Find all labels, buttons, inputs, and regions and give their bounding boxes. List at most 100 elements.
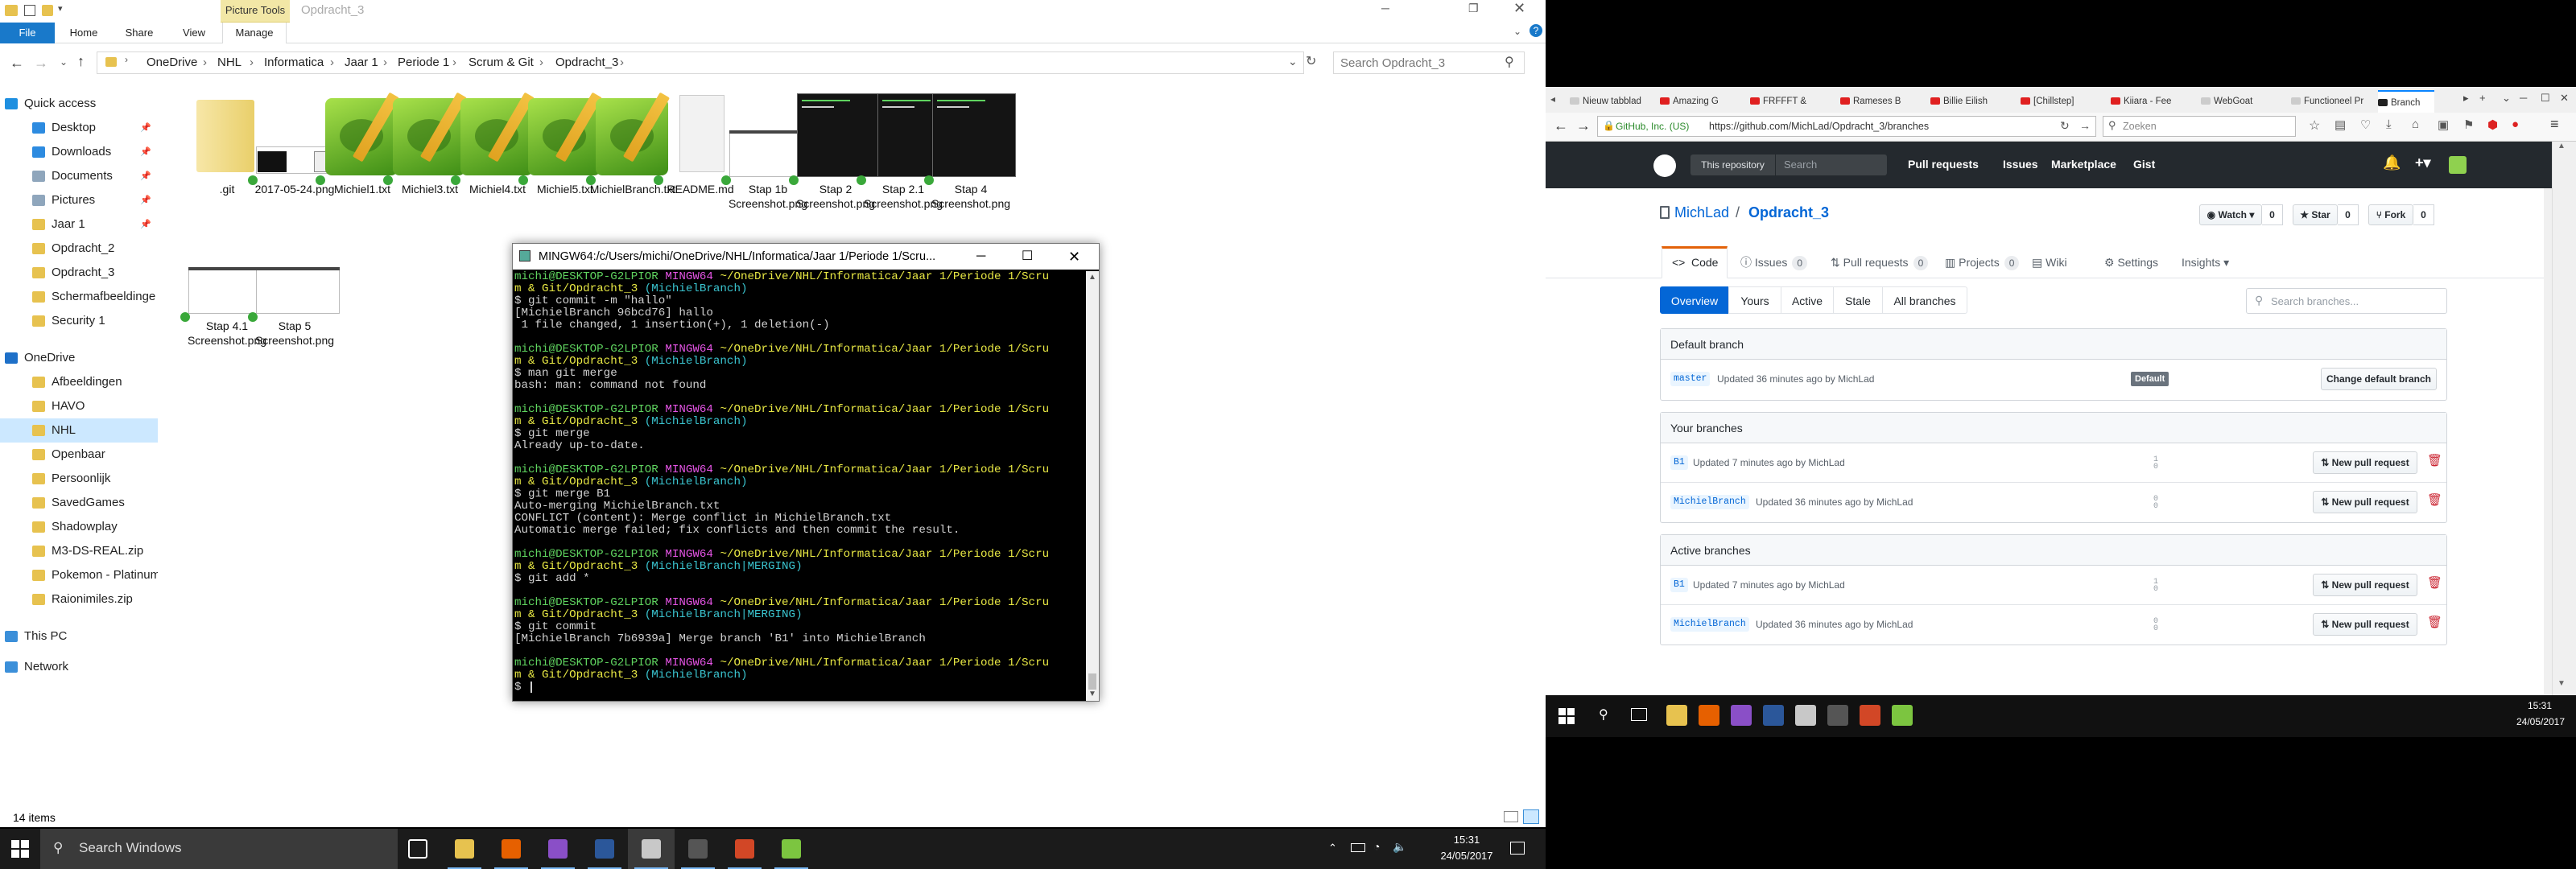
minimize-icon[interactable]: ─ [2520,92,2527,104]
nav-item-documents[interactable]: Documents 📌 [0,164,158,188]
home-icon[interactable]: ⌂ [2412,117,2419,131]
pin-icon[interactable]: 📌 [140,188,151,212]
nav-item-desktop[interactable]: Desktop 📌 [0,116,158,140]
nav-item-nhl[interactable]: NHL [0,418,158,443]
create-new-icon[interactable]: +▾ [2415,154,2431,171]
addon-icon[interactable]: ⚑ [2463,117,2474,132]
nav-item-openbaar[interactable]: Openbaar [0,443,158,467]
pin-icon[interactable]: 📌 [140,212,151,237]
nav-item-quick-access[interactable]: Quick access [0,92,158,116]
scroll-thumb[interactable] [1088,673,1096,690]
tab-insights[interactable]: Insights ▾ [2182,246,2229,278]
nav-item-onedrive[interactable]: OneDrive [0,346,158,370]
battery-icon[interactable] [1351,843,1365,852]
tab-settings[interactable]: ⚙ Settings [2104,246,2158,278]
tab-manage[interactable]: Manage [222,23,287,43]
star-count[interactable]: 0 [2338,204,2359,225]
nav-item-opdracht-2[interactable]: Opdracht_2 [0,237,158,261]
tab-share[interactable]: Share [113,23,166,43]
firefox-icon[interactable] [1699,705,1719,726]
github-search[interactable]: This repository Search [1690,154,1887,175]
branch-name-link[interactable]: MichielBranch [1670,617,1749,632]
nav-item-this-pc[interactable]: This PC [0,624,158,649]
branch-name-link[interactable]: MichielBranch [1670,495,1749,509]
nav-item-afbeeldingen[interactable]: Afbeeldingen [0,370,158,394]
fork-count[interactable]: 0 [2413,204,2434,225]
url-text[interactable]: https://github.com/MichLad/Opdracht_3/br… [1709,121,1929,132]
branch-search-input[interactable]: ⚲ Search branches... [2246,288,2447,314]
watch-count[interactable]: 0 [2262,204,2283,225]
downloads-icon[interactable]: ⤓ [2386,117,2392,131]
breadcrumb-scrum-git[interactable]: Scrum & Git [469,50,534,76]
watch-button[interactable]: ◉ Watch ▾ [2199,204,2262,225]
tab-list-icon[interactable]: ⌄ [2502,92,2511,105]
notifications-bell-icon[interactable]: 🔔 [2383,154,2401,171]
browser-tab[interactable]: Nieuw tabblad [1570,90,1653,113]
close-icon[interactable]: ✕ [1513,0,1525,17]
terminal-icon[interactable] [1827,705,1848,726]
star-button[interactable]: ★ Star [2293,204,2338,225]
tab-view[interactable]: View [169,23,219,43]
browser-search-box[interactable]: ⚲ Zoeken [2103,116,2296,137]
search-box[interactable]: Search Opdracht_3 ⚲ [1333,51,1525,74]
breadcrumb-nhl[interactable]: NHL [217,50,242,76]
clock-time[interactable]: 15:31 [2512,700,2568,711]
terminal-output[interactable]: michi@DESKTOP-G2LPIOR MINGW64 ~/OneDrive… [514,271,1084,702]
url-bar[interactable]: 🔒 GitHub, Inc. (US) https://github.com/M… [1597,116,2096,137]
repo-name-link[interactable]: Opdracht_3 [1748,204,1829,221]
change-default-branch-button[interactable]: Change default branch [2321,368,2437,390]
powerpoint-icon[interactable] [1860,705,1880,726]
nav-item-havo[interactable]: HAVO [0,394,158,418]
nav-issues[interactable]: Issues [2003,158,2038,171]
reload-icon[interactable]: ↻ [2060,119,2070,133]
new-folder-icon[interactable] [42,5,53,16]
tab-home[interactable]: Home [58,23,109,43]
recent-locations-icon[interactable]: ⌄ [60,56,68,68]
browser-tab[interactable]: Amazing G [1660,90,1744,113]
nav-item-m3-ds-real-zip[interactable]: M3-DS-REAL.zip [0,539,158,563]
nav-item-shadowplay[interactable]: Shadowplay [0,515,158,539]
pinterest-icon[interactable]: ● [2512,117,2519,131]
bookmark-star-icon[interactable]: ☆ [2309,117,2320,134]
back-icon[interactable]: ← [10,55,24,72]
nav-pull-requests[interactable]: Pull requests [1908,158,1979,171]
tab-wiki[interactable]: ▤ Wiki [2032,246,2067,278]
taskbar-app-git[interactable] [628,829,675,869]
volume-icon[interactable]: 🔈 [1393,840,1406,854]
tab-projects[interactable]: ▥ Projects 0 [1945,246,2020,278]
scroll-down-icon[interactable]: ▼ [1088,690,1096,698]
visual-studio-icon[interactable] [1731,705,1752,726]
maximize-icon[interactable]: ❐ [1468,2,1479,15]
screenshot-icon[interactable]: ▣ [2438,117,2449,132]
taskbar-app-terminal[interactable] [675,829,721,869]
pocket-icon[interactable]: ♡ [2360,117,2371,132]
refresh-icon[interactable]: ↻ [1306,53,1316,69]
new-pull-request-button[interactable]: ⇅ New pull request [2313,451,2417,474]
site-identity[interactable]: GitHub, Inc. (US) [1616,121,1689,132]
subnav-active[interactable]: Active [1781,286,1834,314]
nav-marketplace[interactable]: Marketplace [2051,158,2116,171]
tab-pull-requests[interactable]: ⇅ Pull requests 0 [1831,246,1929,278]
pin-icon[interactable]: 📌 [140,164,151,188]
delete-branch-icon[interactable]: 🗑 [2427,577,2442,590]
go-icon[interactable]: → [2079,119,2091,132]
pin-icon[interactable]: 📌 [140,140,151,164]
scroll-tabs-right-icon[interactable]: ▸ [2463,92,2469,105]
clock-time[interactable]: 15:31 [1438,834,1496,846]
scroll-up-icon[interactable]: ▲ [1088,273,1096,282]
details-view-icon[interactable] [1504,811,1518,822]
clock-date[interactable]: 24/05/2017 [1430,850,1504,862]
browser-scrollbar[interactable]: ▲ ▼ [2552,142,2576,695]
qat-dropdown-icon[interactable]: ▾ [58,3,63,14]
new-pull-request-button[interactable]: ⇅ New pull request [2313,613,2417,636]
nav-item-raionimiles-zip[interactable]: Raionimiles.zip [0,587,158,612]
breadcrumb-periode-1[interactable]: Periode 1 [398,50,449,76]
browser-tab[interactable]: Kiiara - Fee [2111,90,2194,113]
taskbar-app-firefox[interactable] [488,829,535,869]
library-icon[interactable]: ▤ [2334,117,2346,132]
back-icon[interactable]: ← [1554,117,1568,134]
browser-tab[interactable]: WebGoat [2201,90,2285,113]
maximize-icon[interactable]: ☐ [2541,92,2550,105]
taskbar-app-powerpoint[interactable] [721,829,768,869]
delete-branch-icon[interactable]: 🗑 [2427,616,2442,629]
